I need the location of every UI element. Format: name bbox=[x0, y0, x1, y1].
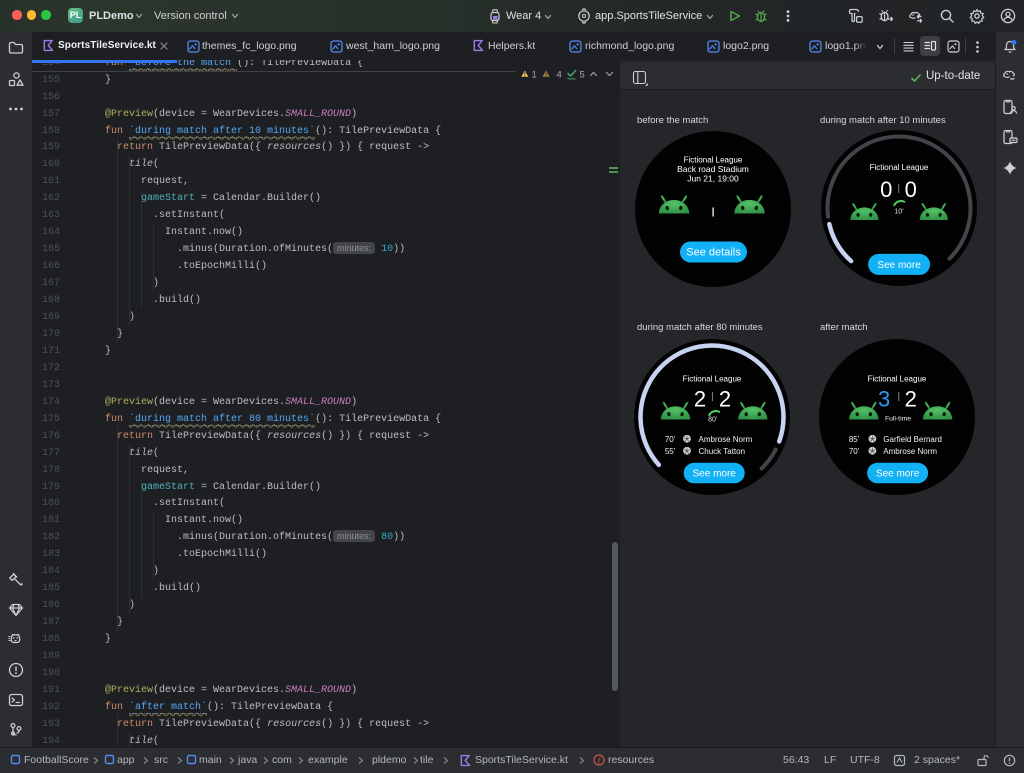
svg-text:70’: 70’ bbox=[665, 435, 676, 444]
svg-text:See details: See details bbox=[686, 246, 741, 258]
svg-text:f: f bbox=[598, 755, 602, 764]
svg-text:Ambrose Norm: Ambrose Norm bbox=[699, 435, 753, 444]
svg-text:70’: 70’ bbox=[848, 447, 859, 456]
svg-text:Full-time: Full-time bbox=[885, 415, 911, 422]
svg-text:4: 4 bbox=[557, 70, 562, 81]
svg-text:2: 2 bbox=[904, 386, 916, 411]
svg-text:See more: See more bbox=[876, 468, 920, 479]
svg-text:Chuck Tatton: Chuck Tatton bbox=[699, 447, 746, 456]
svg-text:Fictional League: Fictional League bbox=[869, 163, 928, 172]
svg-text:2: 2 bbox=[694, 386, 706, 411]
svg-text:Fictional League: Fictional League bbox=[683, 374, 742, 383]
svg-text:5: 5 bbox=[580, 70, 585, 81]
svg-text:85’: 85’ bbox=[848, 435, 859, 444]
svg-text:0: 0 bbox=[880, 177, 892, 202]
svg-text:Fictional League: Fictional League bbox=[867, 374, 926, 383]
svg-text:10’: 10’ bbox=[894, 209, 904, 216]
svg-text:1: 1 bbox=[532, 70, 537, 81]
svg-text:Ambrose Norm: Ambrose Norm bbox=[883, 447, 937, 456]
svg-text:3: 3 bbox=[878, 386, 890, 411]
svg-text:0: 0 bbox=[904, 177, 916, 202]
svg-text:See more: See more bbox=[877, 260, 921, 271]
svg-text:Garfield Bernard: Garfield Bernard bbox=[883, 435, 942, 444]
svg-text:See more: See more bbox=[693, 468, 737, 479]
svg-text:Jun 21, 19:00: Jun 21, 19:00 bbox=[687, 173, 739, 183]
svg-text:55’: 55’ bbox=[665, 447, 676, 456]
svg-text:Back road Stadium: Back road Stadium bbox=[677, 164, 749, 174]
svg-text:2: 2 bbox=[719, 386, 731, 411]
svg-text:80’: 80’ bbox=[708, 416, 718, 423]
